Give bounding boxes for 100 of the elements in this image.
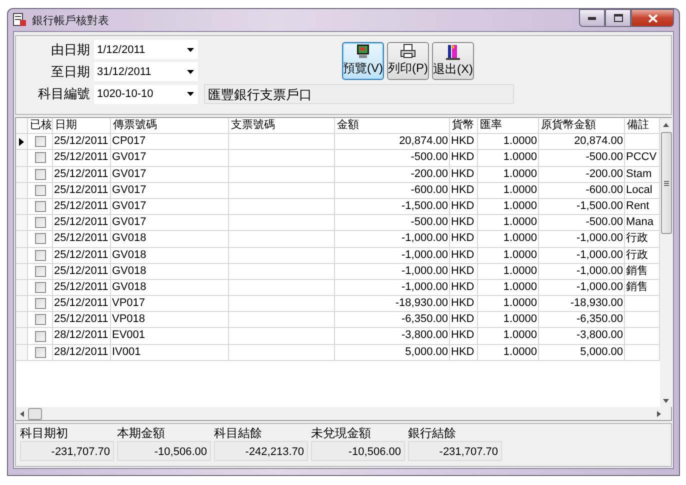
exit-button[interactable]: 退出(X) — [432, 42, 474, 80]
maximize-icon — [614, 14, 622, 22]
table-cell: -500.00 — [539, 215, 625, 232]
table-cell: -1,000.00 — [539, 280, 625, 296]
table-cell: HKD — [450, 231, 478, 248]
maximize-button[interactable] — [605, 9, 631, 27]
checkbox[interactable] — [34, 266, 46, 277]
table-cell: GV017 — [111, 150, 229, 167]
total-label: 本期金額 — [117, 426, 166, 441]
table-cell: -1,000.00 — [335, 280, 450, 296]
table-cell: 1.0000 — [478, 198, 539, 216]
printer-icon — [400, 44, 416, 59]
table-cell: 25/12/2011 — [53, 182, 111, 199]
dropdown-arrow-icon — [187, 70, 194, 74]
column-header[interactable]: 貨幣 — [450, 118, 478, 134]
table-cell: 1.0000 — [478, 312, 539, 328]
date-dropdown[interactable]: 1/12/2011 — [94, 40, 198, 59]
table-cell: -3,800.00 — [539, 328, 625, 345]
table-cell: GV017 — [111, 166, 229, 183]
table-cell: 25/12/2011 — [53, 134, 111, 150]
checkbox[interactable] — [34, 168, 46, 180]
table-cell: GV017 — [111, 215, 229, 232]
checkbox[interactable] — [34, 314, 46, 326]
table-cell: -1,000.00 — [335, 231, 450, 248]
preview-button[interactable]: 預覽(V) — [342, 42, 384, 80]
column-header[interactable]: 傳票號碼 — [111, 118, 229, 134]
table-cell: 25/12/2011 — [53, 215, 111, 232]
checkbox[interactable] — [34, 330, 46, 342]
table-cell: 28/12/2011 — [53, 344, 111, 361]
column-header[interactable]: 備註 — [625, 118, 660, 134]
column-header[interactable]: 支票號碼 — [229, 118, 335, 134]
table-cell: HKD — [450, 296, 478, 312]
monitor-icon — [356, 44, 370, 59]
table-cell: -500.00 — [335, 215, 450, 232]
checkbox[interactable] — [34, 282, 46, 293]
total-value-field: -231,707.70 — [408, 441, 502, 461]
table-cell: -18,930.00 — [539, 296, 625, 312]
table-cell: 25/12/2011 — [53, 312, 111, 328]
table-cell: IV001 — [111, 344, 229, 361]
table-cell: 1.0000 — [478, 280, 539, 296]
table-cell: 25/12/2011 — [53, 231, 111, 248]
table-cell: -1,000.00 — [539, 264, 625, 280]
dropdown-arrow-icon — [187, 92, 194, 96]
total-label: 科目結餘 — [214, 426, 263, 441]
scroll-thumb[interactable] — [28, 408, 42, 420]
table-cell: -200.00 — [335, 166, 450, 183]
column-header[interactable]: 匯率 — [478, 118, 539, 134]
checkbox[interactable] — [34, 298, 46, 310]
table-cell: 1.0000 — [478, 231, 539, 248]
table-cell: VP018 — [111, 312, 229, 328]
checkbox[interactable] — [34, 250, 46, 261]
table-cell: HKD — [450, 344, 478, 361]
app-icon — [13, 13, 27, 27]
print-button[interactable]: 列印(P) — [387, 42, 429, 80]
scroll-left-icon[interactable] — [19, 410, 25, 416]
column-header[interactable]: 金額 — [335, 118, 450, 134]
table-cell: GV018 — [111, 248, 229, 264]
checkbox[interactable] — [34, 346, 46, 358]
door-exit-icon — [446, 44, 460, 60]
checkbox[interactable] — [34, 136, 46, 148]
total-value-field: -242,213.70 — [214, 441, 308, 461]
table-cell: -6,350.00 — [539, 312, 625, 328]
table-cell: 1.0000 — [478, 166, 539, 183]
checkbox[interactable] — [34, 217, 46, 228]
account-dropdown[interactable]: 1020-10-10 — [94, 84, 198, 104]
table-cell: GV018 — [111, 231, 229, 248]
table-cell: HKD — [450, 134, 478, 150]
table-cell: -500.00 — [335, 150, 450, 167]
close-button[interactable] — [631, 9, 674, 27]
vertical-scrollbar[interactable] — [660, 118, 672, 407]
table-cell: -1,000.00 — [335, 264, 450, 280]
table-cell: 25/12/2011 — [53, 198, 111, 216]
table-cell: HKD — [450, 182, 478, 199]
scroll-right-icon[interactable] — [656, 410, 662, 416]
column-header[interactable]: 原貨幣金額 — [539, 118, 625, 134]
column-header[interactable]: 日期 — [53, 118, 111, 134]
table-cell: 25/12/2011 — [53, 264, 111, 280]
table-cell: -18,930.00 — [335, 296, 450, 312]
grip-icon — [664, 180, 668, 186]
scroll-up-icon[interactable] — [663, 122, 669, 128]
table-cell: 25/12/2011 — [53, 166, 111, 183]
scroll-down-icon[interactable] — [663, 398, 669, 404]
checkbox[interactable] — [34, 233, 46, 244]
table-cell: 1.0000 — [478, 296, 539, 312]
table-cell: 1.0000 — [478, 150, 539, 167]
row-selector[interactable] — [16, 134, 28, 150]
table-cell: HKD — [450, 312, 478, 328]
checkbox[interactable] — [34, 152, 46, 164]
minimize-icon — [588, 16, 596, 20]
checkbox[interactable] — [34, 201, 46, 212]
date-dropdown[interactable]: 31/12/2011 — [94, 62, 198, 81]
checkbox[interactable] — [34, 184, 46, 196]
table-cell: GV018 — [111, 280, 229, 296]
column-header[interactable]: 已核 — [28, 118, 53, 134]
table-cell: 5,000.00 — [539, 344, 625, 361]
horizontal-scrollbar[interactable] — [16, 407, 671, 420]
table-cell: -200.00 — [539, 166, 625, 183]
table-cell: HKD — [450, 150, 478, 167]
minimize-button[interactable] — [579, 9, 605, 27]
table-cell: -600.00 — [539, 182, 625, 199]
